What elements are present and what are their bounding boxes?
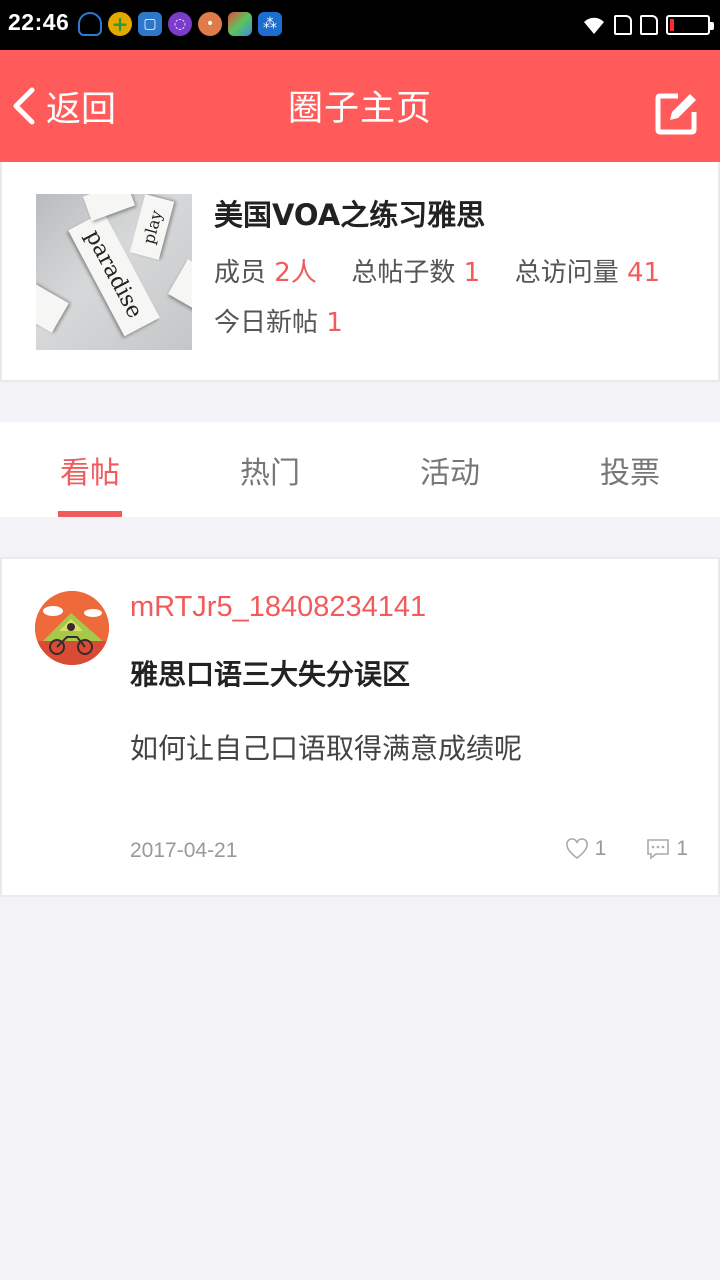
scan-icon: ▢ [138,12,162,36]
tab-label: 活动 [420,456,480,491]
tab-hot[interactable]: 热门 [180,422,360,517]
like-count: 1 [594,837,607,860]
battery-icon [666,15,714,35]
today-value: 1 [326,308,343,338]
visits-value: 41 [627,258,661,288]
plus-icon: + [108,12,132,36]
visits-label: 总访问量 [514,258,619,288]
today-stats: 今日新帖 1 [214,302,343,339]
tab-label: 投票 [600,456,660,491]
posts-label: 总帖子数 [351,258,456,288]
system-status-icons [582,11,714,39]
tab-bar: 看帖 热门 活动 投票 [0,422,720,517]
avatar[interactable] [35,591,109,665]
circle-icon: ◌ [168,12,192,36]
tab-posts[interactable]: 看帖 [0,422,180,517]
post-actions: 1 1 [565,837,688,861]
members-value: 2人 [274,258,317,288]
headset-icon [78,12,102,36]
post-title[interactable]: 雅思口语三大失分误区 [130,653,410,693]
status-time: 22:46 [8,9,70,35]
post-date: 2017-04-21 [130,839,238,862]
share-icon: ⁂ [258,12,282,36]
app-bar: 返回 圈子主页 [0,50,720,162]
gamepad-icon: • [198,12,222,36]
comment-icon [647,839,670,860]
circle-stats: 成员 2人 总帖子数 1 总访问量 41 [214,252,660,289]
edit-icon[interactable] [654,92,698,136]
post-author[interactable]: mRTJr5_18408234141 [130,591,426,624]
page-title: 圈子主页 [287,89,432,129]
comment-button[interactable]: 1 [646,837,688,861]
members-label: 成员 [214,258,267,288]
heart-icon [565,838,588,860]
tab-label: 热门 [240,456,300,491]
circle-name: 美国VOA之练习雅思 [214,198,486,232]
cover-word-card [36,283,69,333]
post-excerpt: 如何让自己口语取得满意成绩呢 [130,732,523,765]
posts-value: 1 [463,258,481,288]
color-app-icon [228,12,252,36]
cover-word-card [168,259,192,309]
circle-cover-image: paradise play [36,194,192,350]
today-label: 今日新帖 [214,308,319,338]
like-button[interactable]: 1 [565,837,607,861]
circle-info-card: paradise play 美国VOA之练习雅思 成员 2人 总帖子数 1 总访… [0,162,720,382]
notification-icons: + ▢ ◌ • ⁂ [78,12,282,38]
wifi-icon [584,17,604,34]
tab-polls[interactable]: 投票 [540,422,720,517]
status-bar: 22:46 + ▢ ◌ • ⁂ [0,0,720,50]
tab-label: 看帖 [60,456,120,491]
active-tab-indicator [58,511,122,517]
post-item[interactable]: mRTJr5_18408234141 雅思口语三大失分误区 如何让自己口语取得满… [0,557,720,897]
cover-word-card [82,194,136,222]
comment-count: 1 [676,837,688,860]
cover-word-card: play [129,194,175,260]
sim1-icon [614,15,632,35]
sim2-icon [640,15,658,35]
tab-events[interactable]: 活动 [360,422,540,517]
